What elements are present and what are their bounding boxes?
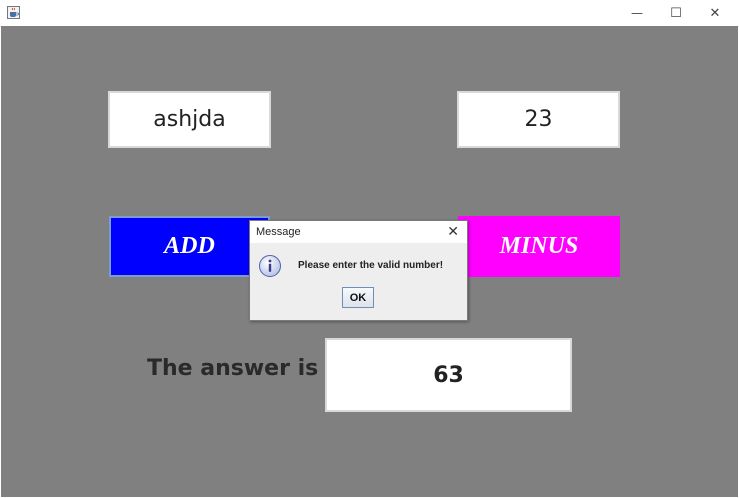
info-icon [259,255,281,277]
dialog-title: Message [256,226,301,238]
first-number-input[interactable]: ashjda [108,91,271,148]
add-button[interactable]: ADD [109,216,270,277]
ok-button[interactable]: OK [342,287,374,308]
message-dialog: Message ✕ Please enter the valid number!… [249,220,468,321]
close-window-button[interactable]: ✕ [696,0,734,26]
dialog-message: Please enter the valid number! [298,260,444,271]
title-bar[interactable]: — ☐ ✕ [0,0,739,27]
dialog-title-bar[interactable]: Message ✕ [250,221,467,243]
maximize-icon: ☐ [670,5,682,21]
answer-label: The answer is [147,356,319,381]
java-cup-icon [7,6,20,19]
minus-button[interactable]: MINUS [458,216,620,277]
second-number-input[interactable]: 23 [457,91,620,148]
maximize-button[interactable]: ☐ [657,0,695,26]
minimize-icon: — [631,6,643,20]
close-icon: ✕ [709,5,721,21]
dialog-close-icon[interactable]: ✕ [447,224,459,240]
app-window: — ☐ ✕ ashjda 23 ADD MINUS The answer is … [0,0,739,498]
answer-display: 63 [325,338,572,412]
minimize-button[interactable]: — [618,0,656,26]
